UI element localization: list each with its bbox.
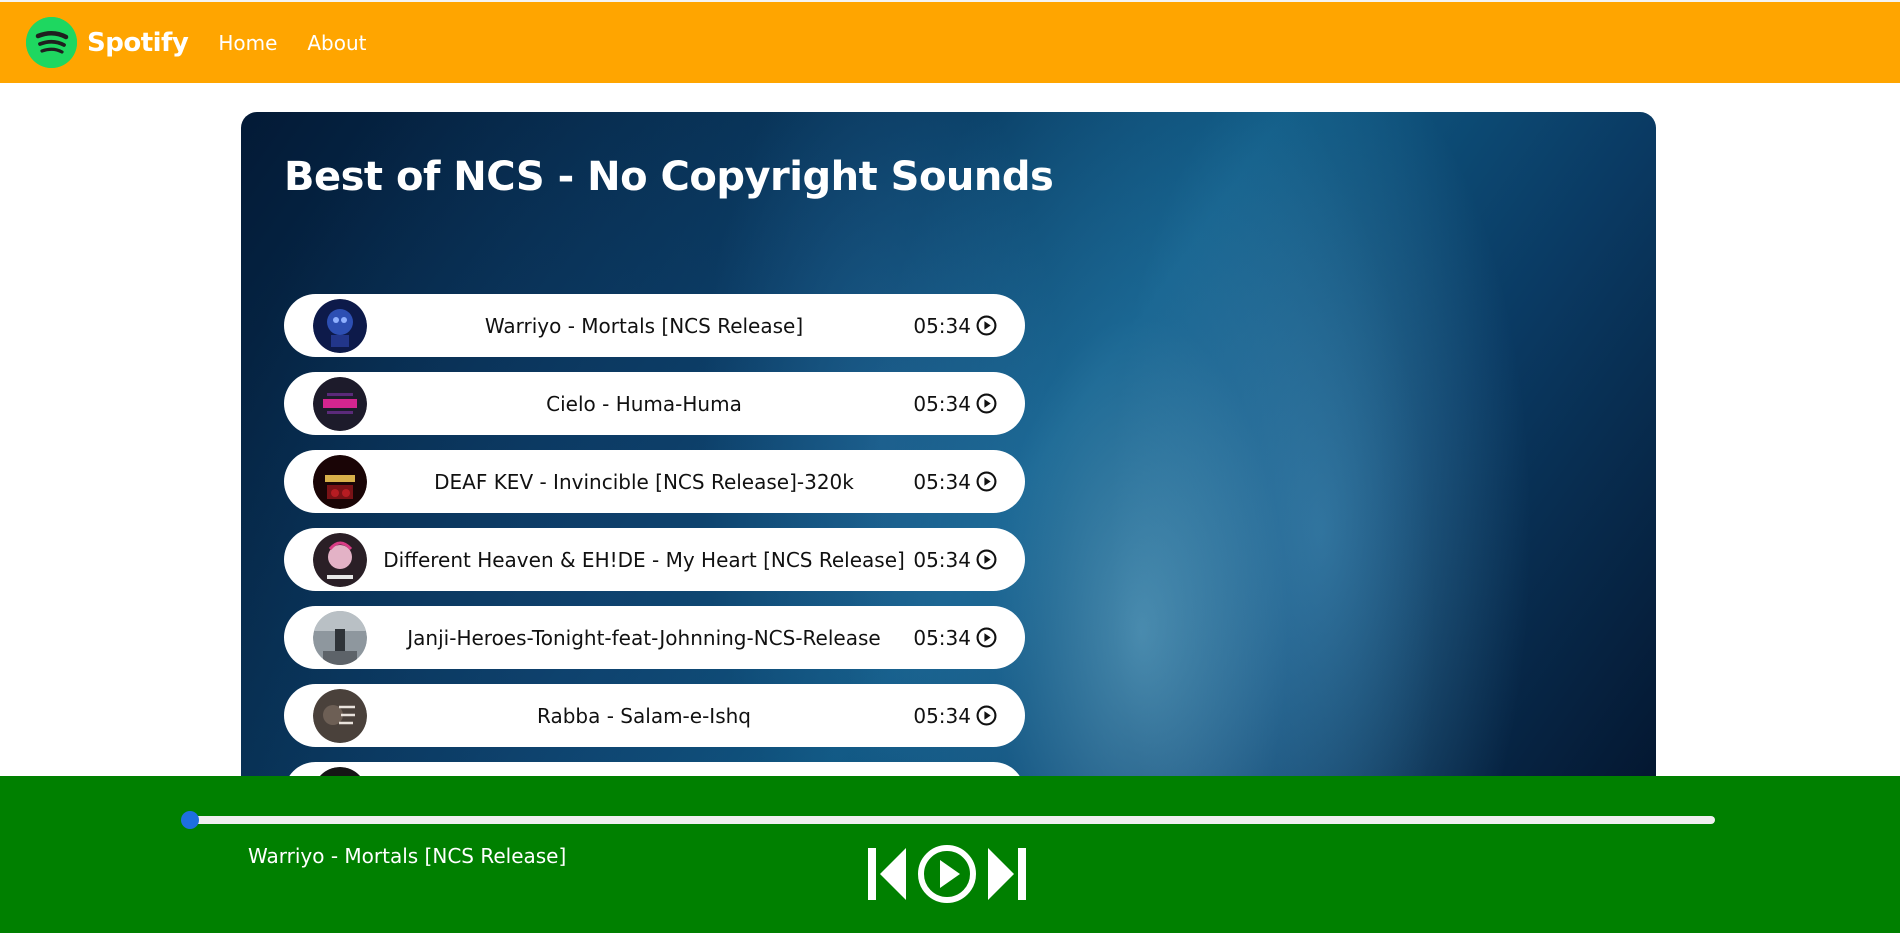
progress-slider[interactable] <box>181 811 1715 829</box>
playlist-container: Best of NCS - No Copyright Sounds Warriy… <box>241 112 1656 802</box>
play-circle-icon[interactable] <box>976 549 997 570</box>
play-circle-icon[interactable] <box>976 627 997 648</box>
skip-back-icon[interactable] <box>866 846 908 902</box>
brand[interactable]: Spotify <box>26 17 189 68</box>
play-circle-icon[interactable] <box>976 471 997 492</box>
play-circle-icon[interactable] <box>916 844 978 904</box>
spotify-logo-icon <box>26 17 77 68</box>
nav-link-about[interactable]: About <box>307 31 366 55</box>
song-name: Janji-Heroes-Tonight-feat-Johnning-NCS-R… <box>407 625 881 650</box>
song-duration: 05:34 <box>913 547 971 572</box>
playlist-title: Best of NCS - No Copyright Sounds <box>284 154 1054 200</box>
song-meta: 05:34 <box>913 548 997 572</box>
song-name: DEAF KEV - Invincible [NCS Release]-320k <box>434 469 854 494</box>
song-meta: 05:34 <box>913 392 997 416</box>
song-meta: 05:34 <box>913 314 997 338</box>
song-item[interactable]: Warriyo - Mortals [NCS Release] 05:34 <box>284 294 1025 357</box>
song-cover <box>313 455 367 509</box>
skip-forward-icon[interactable] <box>986 846 1028 902</box>
top-navbar: Spotify Home About <box>0 0 1900 83</box>
song-duration: 05:34 <box>913 469 971 494</box>
now-playing-title: Warriyo - Mortals [NCS Release] <box>248 844 567 868</box>
player-controls <box>866 844 1028 904</box>
song-cover <box>313 689 367 743</box>
song-name: Different Heaven & EH!DE - My Heart [NCS… <box>383 547 905 572</box>
song-meta: 05:34 <box>913 626 997 650</box>
song-item[interactable]: Rabba - Salam-e-Ishq 05:34 <box>284 684 1025 747</box>
song-item[interactable]: Different Heaven & EH!DE - My Heart [NCS… <box>284 528 1025 591</box>
progress-thumb[interactable] <box>181 811 199 829</box>
song-cover <box>313 299 367 353</box>
song-item[interactable]: Cielo - Huma-Huma 05:34 <box>284 372 1025 435</box>
player-bar: Warriyo - Mortals [NCS Release] <box>0 776 1900 933</box>
song-list: Warriyo - Mortals [NCS Release] 05:34 Ci… <box>284 294 1025 802</box>
song-cover <box>313 533 367 587</box>
play-circle-icon[interactable] <box>976 315 997 336</box>
song-duration: 05:34 <box>913 703 971 728</box>
song-item[interactable]: Janji-Heroes-Tonight-feat-Johnning-NCS-R… <box>284 606 1025 669</box>
song-meta: 05:34 <box>913 470 997 494</box>
song-item[interactable]: DEAF KEV - Invincible [NCS Release]-320k… <box>284 450 1025 513</box>
brand-name: Spotify <box>87 27 189 58</box>
nav-link-home[interactable]: Home <box>218 31 277 55</box>
song-name: Rabba - Salam-e-Ishq <box>537 703 751 728</box>
song-name: Warriyo - Mortals [NCS Release] <box>484 313 804 338</box>
song-meta: 05:34 <box>913 704 997 728</box>
play-circle-icon[interactable] <box>976 705 997 726</box>
play-circle-icon[interactable] <box>976 393 997 414</box>
song-duration: 05:34 <box>913 625 971 650</box>
song-duration: 05:34 <box>913 391 971 416</box>
song-cover <box>313 611 367 665</box>
song-duration: 05:34 <box>913 313 971 338</box>
song-cover <box>313 377 367 431</box>
song-name: Cielo - Huma-Huma <box>546 391 742 416</box>
